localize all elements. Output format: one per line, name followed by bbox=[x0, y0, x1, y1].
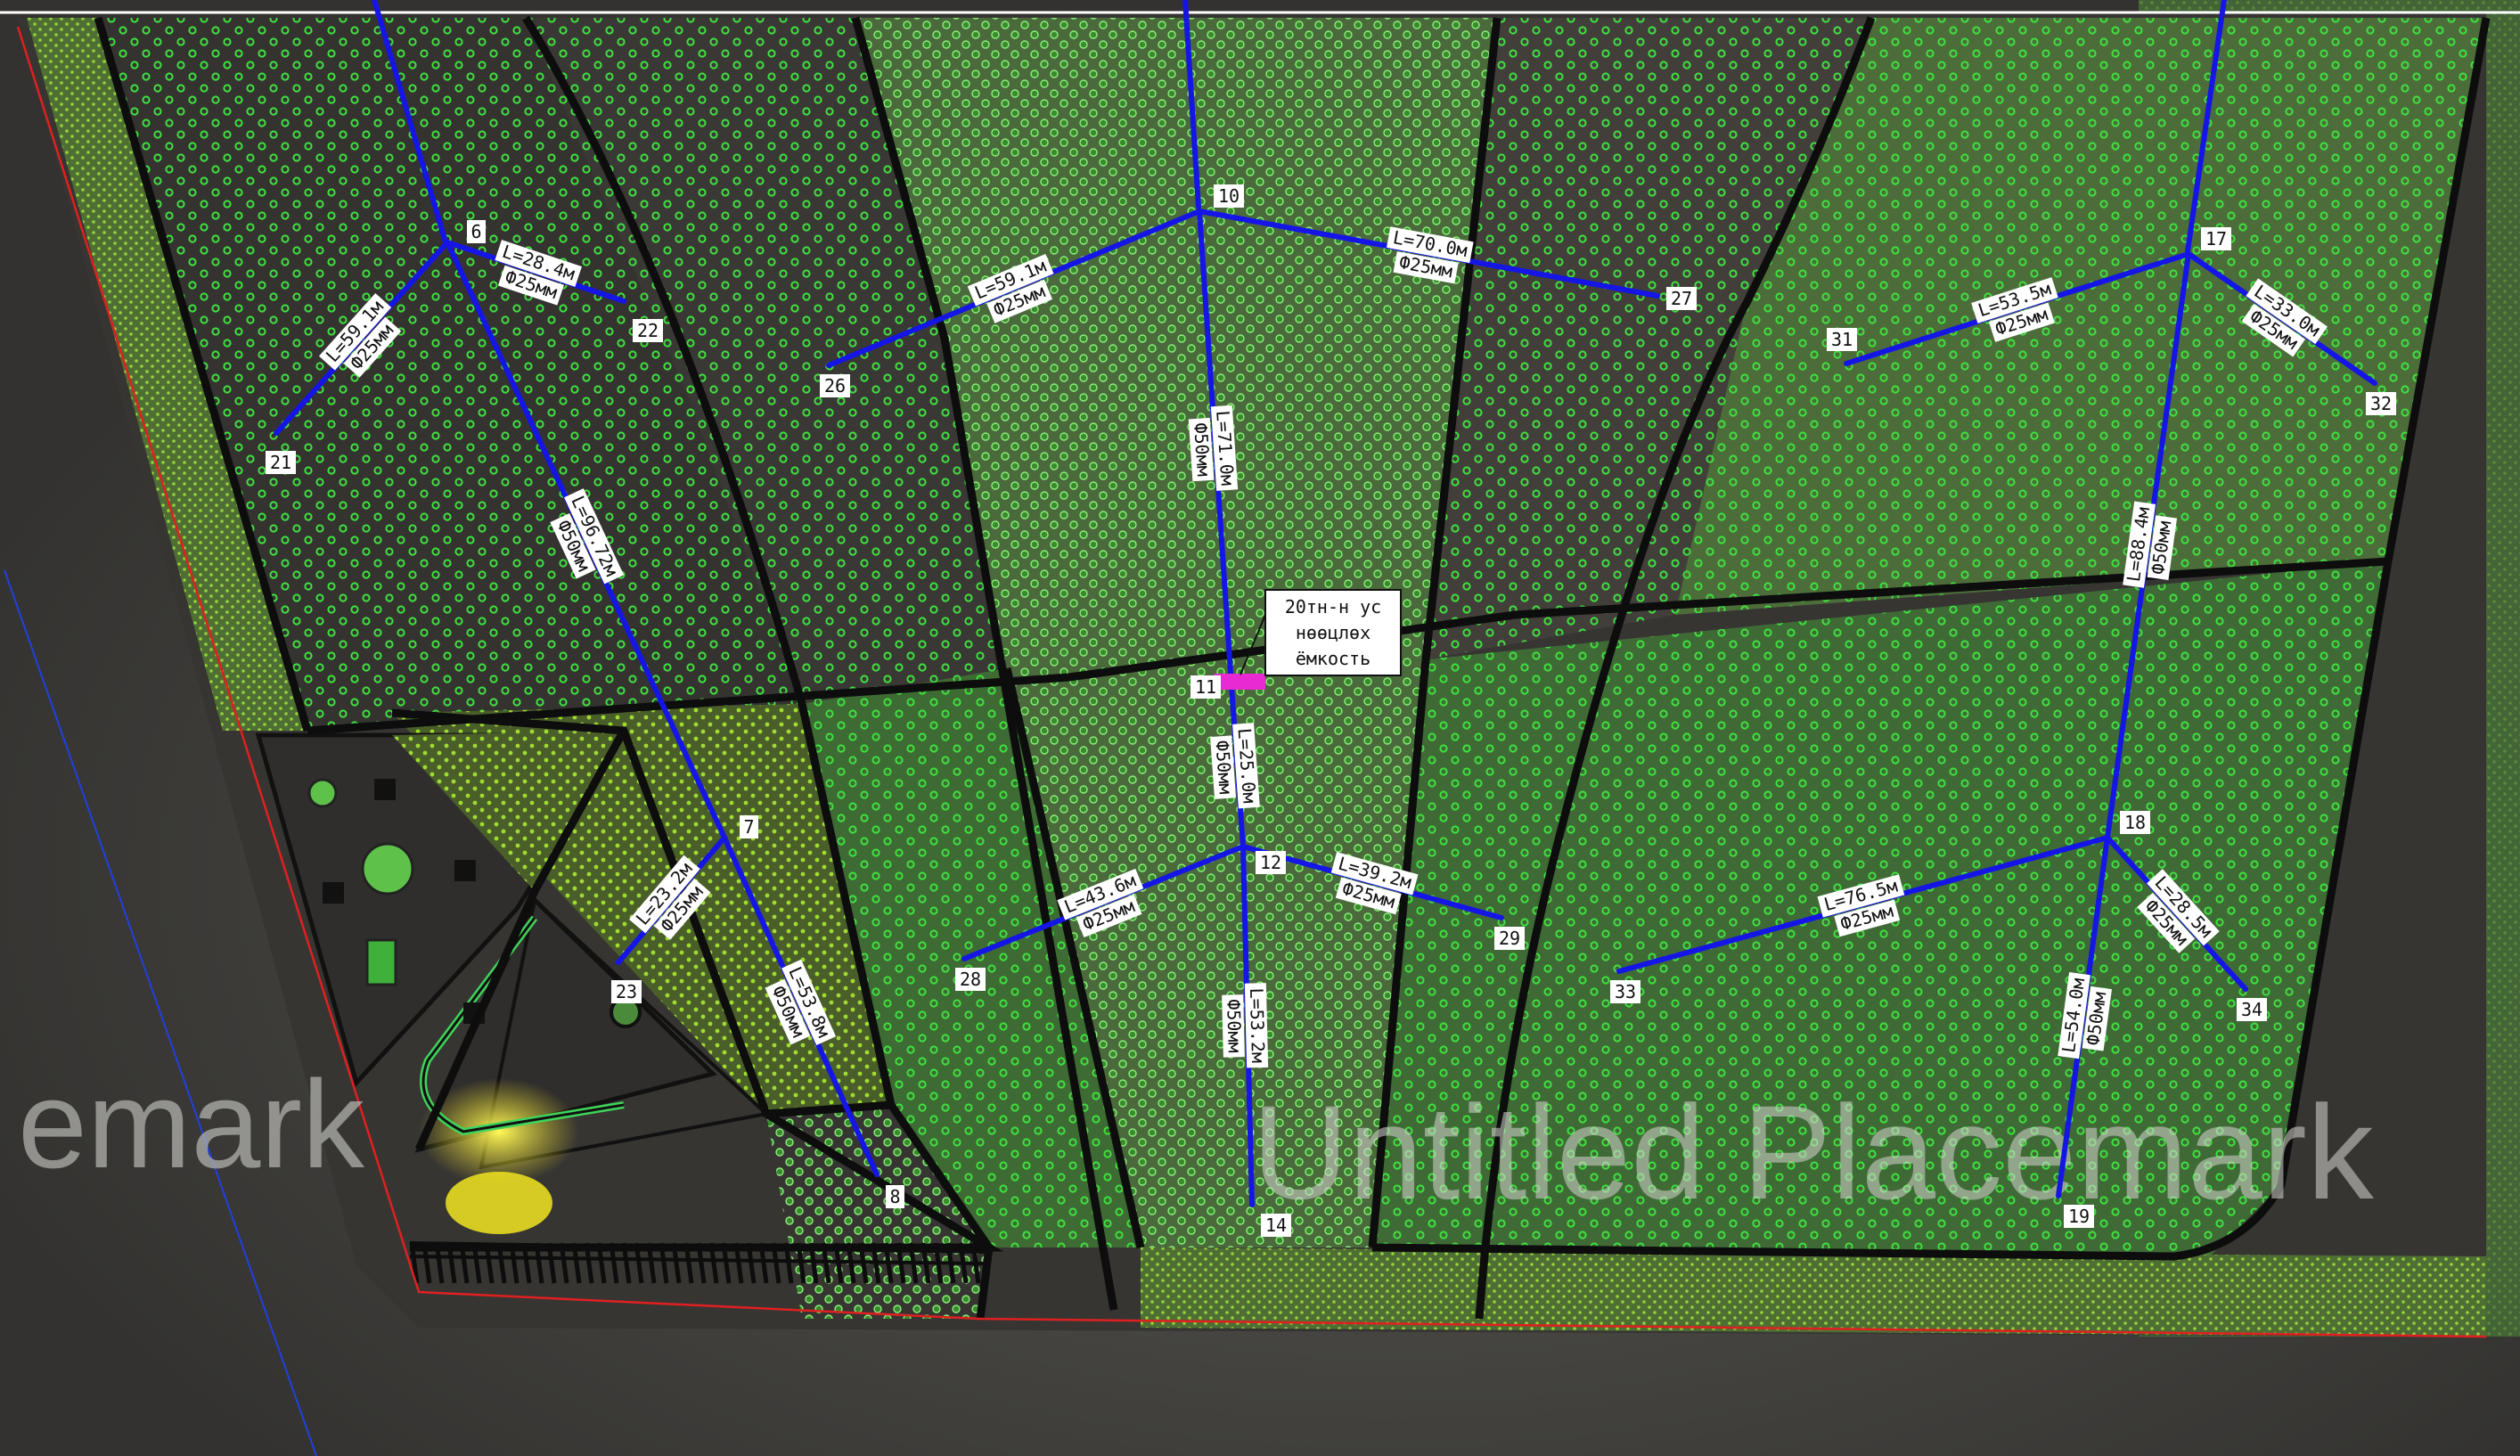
node-10[interactable]: 10 bbox=[1214, 184, 1244, 208]
node-22[interactable]: 22 bbox=[633, 319, 663, 342]
tank-label: 20тн-н ус нөөцлөх ёмкость bbox=[1264, 589, 1402, 676]
watermark-right: Untitled Placemark bbox=[1252, 1077, 2375, 1227]
node-label: 32 bbox=[2370, 393, 2392, 414]
node-33[interactable]: 33 bbox=[1610, 980, 1640, 1003]
node-19[interactable]: 19 bbox=[2064, 1205, 2094, 1228]
reserve-tank[interactable] bbox=[1214, 674, 1265, 690]
node-label: 11 bbox=[1195, 676, 1216, 698]
tank-label-line-2: нөөцлөх bbox=[1296, 622, 1370, 643]
node-31[interactable]: 31 bbox=[1827, 328, 1857, 351]
watermark-left: emark bbox=[18, 1054, 365, 1194]
node-label: 22 bbox=[637, 320, 659, 341]
node-label: 21 bbox=[270, 452, 291, 473]
pipe-diameter-label: Ф50мм bbox=[1223, 999, 1245, 1053]
node-6[interactable]: 6 bbox=[467, 220, 486, 243]
node-26[interactable]: 26 bbox=[820, 374, 850, 397]
node-8[interactable]: 8 bbox=[886, 1185, 904, 1208]
node-21[interactable]: 21 bbox=[266, 451, 296, 474]
node-18[interactable]: 18 bbox=[2120, 811, 2150, 834]
node-label: 8 bbox=[889, 1186, 900, 1207]
node-label: 6 bbox=[470, 221, 481, 242]
node-label: 23 bbox=[616, 981, 637, 1002]
node-label: 7 bbox=[743, 816, 754, 838]
node-label: 34 bbox=[2241, 999, 2262, 1020]
node-label: 12 bbox=[1260, 852, 1281, 873]
node-label: 27 bbox=[1671, 288, 1692, 309]
pipe-diameter-label: Ф50мм bbox=[1190, 422, 1215, 478]
node-29[interactable]: 29 bbox=[1494, 927, 1525, 950]
node-23[interactable]: 23 bbox=[611, 980, 642, 1003]
node-label: 33 bbox=[1615, 981, 1636, 1002]
pipe-length-label: L=53.2м bbox=[1246, 987, 1269, 1063]
node-label: 29 bbox=[1499, 928, 1520, 949]
irrigation-site-plan-map[interactable]: emark Untitled Placemark 20тн-н ус нөөцл… bbox=[0, 0, 2520, 1456]
node-34[interactable]: 34 bbox=[2237, 998, 2267, 1021]
node-label: 17 bbox=[2205, 228, 2227, 249]
node-28[interactable]: 28 bbox=[955, 968, 986, 991]
node-label: 28 bbox=[960, 969, 981, 990]
pipe-diameter-label: Ф50мм bbox=[1211, 740, 1236, 795]
node-label: 18 bbox=[2124, 812, 2146, 833]
node-label: 26 bbox=[824, 375, 846, 397]
tank-label-line-3: ёмкость bbox=[1296, 648, 1370, 669]
node-17[interactable]: 17 bbox=[2201, 227, 2231, 250]
node-27[interactable]: 27 bbox=[1666, 287, 1697, 310]
node-7[interactable]: 7 bbox=[740, 815, 758, 838]
node-14[interactable]: 14 bbox=[1261, 1214, 1291, 1237]
node-label: 31 bbox=[1831, 329, 1853, 350]
node-11[interactable]: 11 bbox=[1190, 675, 1221, 699]
node-12[interactable]: 12 bbox=[1256, 851, 1286, 874]
node-label: 10 bbox=[1218, 185, 1240, 207]
node-label: 14 bbox=[1265, 1215, 1287, 1236]
tank-label-line-1: 20тн-н ус bbox=[1285, 596, 1381, 618]
node-label: 19 bbox=[2068, 1206, 2090, 1227]
node-32[interactable]: 32 bbox=[2366, 392, 2396, 415]
